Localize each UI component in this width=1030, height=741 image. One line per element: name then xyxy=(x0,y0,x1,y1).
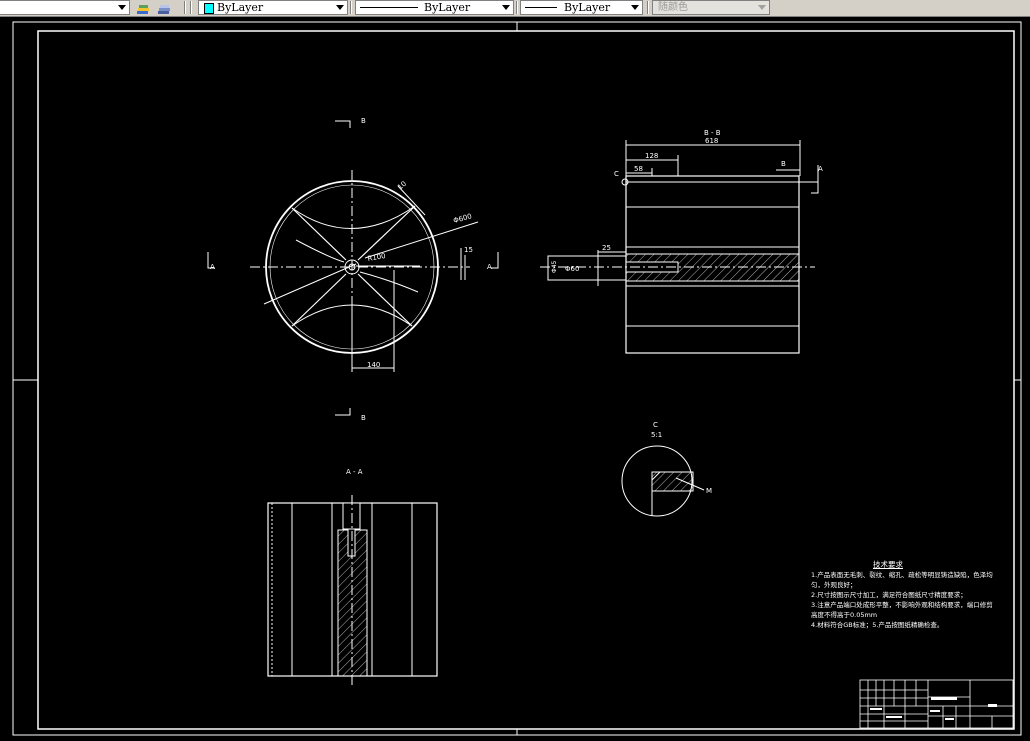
section-bb-title: B - B xyxy=(704,129,721,137)
drawing-canvas[interactable]: B B A A 10 Φ600 R100 15 140 B - B 618 12… xyxy=(0,16,1030,741)
section-label-b-bottom: B xyxy=(361,414,366,422)
properties-toolbar: ByLayer ByLayer ByLayer 随颜色 xyxy=(0,0,1030,17)
title-block[interactable] xyxy=(859,679,1014,729)
detail-c-scale: 5:1 xyxy=(651,431,662,439)
chevron-down-icon xyxy=(502,5,510,10)
toolbar-separator xyxy=(647,1,649,14)
detail-c-view[interactable] xyxy=(621,445,705,517)
section-aa-view[interactable] xyxy=(267,495,438,686)
tech-requirements-line: 2.尺寸按图示尺寸加工，满足符合图纸尺寸精度要求； xyxy=(811,591,967,599)
toolbar-separator xyxy=(350,1,352,14)
chevron-down-icon xyxy=(336,5,344,10)
tech-requirements-heading: 技术要求 xyxy=(873,560,903,569)
section-label-a-left: A xyxy=(210,263,215,271)
section-label-a-right: A xyxy=(487,263,492,271)
dim-radius-text: R100 xyxy=(367,252,386,263)
detail-c-title: C xyxy=(653,421,658,429)
dim-overall-text: 618 xyxy=(705,137,718,145)
lineweight-control[interactable]: ByLayer xyxy=(520,0,643,15)
section-label-b-top: B xyxy=(361,117,366,125)
dim-angle-text: 10 xyxy=(396,180,408,192)
linetype-control-value: ByLayer xyxy=(424,1,471,14)
toolbar-separator xyxy=(516,1,518,14)
tech-requirements-line: 1.产品表面无毛刺、裂纹、缩孔、疏松等明显铸造缺陷，色泽均 xyxy=(811,571,993,579)
dim-length-text: 128 xyxy=(645,152,658,160)
chevron-down-icon xyxy=(758,5,766,10)
color-control-value: ByLayer xyxy=(217,1,264,14)
dim-thickness-text: 15 xyxy=(464,246,473,254)
lineweight-preview xyxy=(525,7,557,8)
dim-width-text: 140 xyxy=(367,361,380,369)
detail-c-callout: M xyxy=(706,487,712,495)
section-aa-title: A - A xyxy=(346,468,363,476)
section-bb-label-b: B xyxy=(781,160,786,168)
detail-marker-c: C xyxy=(614,170,619,178)
tech-requirements: 技术要求 1.产品表面无毛刺、裂纹、缩孔、疏松等明显铸造缺陷，色泽均 匀，外观良… xyxy=(811,560,993,630)
dim-small-text: 25 xyxy=(602,244,611,252)
tech-requirements-line: 4.材料符合GB标准；5.产品按图纸精确检查。 xyxy=(811,621,944,629)
plotstyle-control-value: 随颜色 xyxy=(658,2,688,13)
linetype-control[interactable]: ByLayer xyxy=(355,0,514,15)
section-bb-labels: B - B 618 128 58 25 Φ45 Φ60 C B A xyxy=(551,129,823,273)
tech-requirements-line: 3.注意产品端口处成形平整，不影响外观和结构要求，端口修剪 xyxy=(811,601,993,609)
tech-requirements-line: 高度不得高于0.05mm xyxy=(811,611,878,619)
dim-diameter-text: Φ600 xyxy=(452,212,472,225)
section-bb-view[interactable] xyxy=(540,140,819,354)
toolbar-separator xyxy=(184,1,186,14)
tech-requirements-line: 匀，外观良好； xyxy=(811,581,857,589)
color-swatch xyxy=(204,3,214,14)
toolbar-separator xyxy=(190,1,192,14)
dim-bore-text: Φ45 xyxy=(551,260,558,273)
layer-states-icon[interactable] xyxy=(157,1,171,14)
layer-previous-icon[interactable] xyxy=(136,1,150,14)
dim-shaft-text: Φ60 xyxy=(565,265,579,273)
front-view[interactable] xyxy=(207,120,499,416)
linetype-preview xyxy=(360,7,418,8)
dim-short-text: 58 xyxy=(634,165,643,173)
section-bb-label-a: A xyxy=(818,165,823,173)
lineweight-control-value: ByLayer xyxy=(564,1,611,14)
chevron-down-icon xyxy=(118,5,126,10)
layer-dropdown-tail[interactable] xyxy=(0,0,130,15)
plotstyle-control[interactable]: 随颜色 xyxy=(652,0,770,15)
color-control[interactable]: ByLayer xyxy=(198,0,348,15)
chevron-down-icon xyxy=(631,5,639,10)
